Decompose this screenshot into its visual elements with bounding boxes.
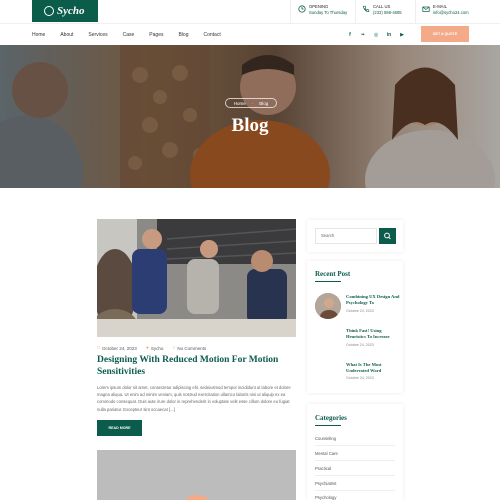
- nav-item-services[interactable]: Services: [88, 32, 107, 38]
- divider: [415, 0, 416, 23]
- post-title[interactable]: Designing With Reduced Motion For Motion…: [97, 354, 297, 378]
- call-value: (233) 598-4685: [373, 10, 402, 15]
- nav-item-blog[interactable]: Blog: [178, 32, 188, 38]
- nav-item-pages[interactable]: Pages: [149, 32, 163, 38]
- recent-post-thumbnail[interactable]: [315, 293, 341, 319]
- divider: [315, 445, 395, 446]
- linkedin-icon[interactable]: in: [384, 30, 394, 40]
- search-icon: [384, 232, 391, 240]
- nav-item-case[interactable]: Case: [123, 32, 135, 38]
- heading-underline: [315, 281, 341, 282]
- recent-post-date: Octobre 24, 2023: [346, 309, 374, 313]
- breadcrumb-current: Blog: [259, 100, 269, 106]
- twitter-icon[interactable]: ❧: [358, 30, 368, 40]
- clock-icon: [298, 5, 306, 13]
- instagram-icon[interactable]: ◎: [371, 30, 381, 40]
- next-post-photo: [97, 450, 296, 500]
- email-contact[interactable]: E-MAIL info@sycho24.com: [422, 4, 469, 16]
- read-more-button[interactable]: READ MORE: [97, 420, 142, 436]
- logo-text: Sycho: [57, 5, 85, 17]
- nav-item-home[interactable]: Home: [32, 32, 45, 38]
- breadcrumb-separator-icon: ·: [251, 100, 254, 106]
- recent-post-title[interactable]: Combining UX Design And Psychology To: [346, 294, 402, 306]
- opening-hours: OPENING Sunday To Thursday: [298, 4, 347, 16]
- divider: [315, 475, 395, 476]
- categories-heading: Categories: [315, 414, 347, 422]
- category-item[interactable]: Practical: [315, 466, 331, 471]
- email-value: info@sycho24.com: [433, 10, 469, 15]
- hero-banner: Home · Blog Blog: [0, 45, 500, 188]
- mail-icon: [422, 6, 430, 12]
- recent-post-date: Octobre 24, 2023: [346, 376, 374, 380]
- opening-value: Sunday To Thursday: [309, 10, 348, 15]
- breadcrumb-home[interactable]: Home: [234, 101, 246, 106]
- youtube-icon[interactable]: ▶: [397, 30, 407, 40]
- post-comments-text: No Comments: [177, 345, 207, 351]
- recent-post-title[interactable]: What Is The Most Underrated Word: [346, 362, 402, 374]
- divider: [290, 0, 291, 23]
- post-date-text: October 24, 2023: [102, 345, 137, 351]
- next-post-image[interactable]: [97, 450, 296, 500]
- social-links: f ❧ ◎ in ▶: [345, 30, 410, 40]
- top-bar: Sycho OPENING Sunday To Thursday CALL US…: [0, 0, 500, 23]
- recent-post-photo: [315, 293, 341, 319]
- category-item[interactable]: Counseling: [315, 436, 336, 441]
- post-meta: □ October 24, 2023 ● Sycho ○ No Comments: [97, 345, 215, 351]
- post-excerpt: Lorem ipsum dolor sit amet, consectetur …: [97, 385, 291, 412]
- recent-post-title[interactable]: Think Fast! Using Heuristics To Increase: [346, 328, 402, 340]
- get-quote-button[interactable]: GET A QUOTE: [421, 26, 469, 42]
- comment-icon: ○: [172, 345, 176, 351]
- calendar-icon: □: [97, 345, 101, 351]
- category-item[interactable]: Mental Care: [315, 451, 338, 456]
- call-us[interactable]: CALL US (233) 598-4685: [362, 4, 402, 16]
- recent-post-date: Octobre 24, 2023: [346, 343, 374, 347]
- nav-item-contact[interactable]: Contact: [204, 32, 221, 38]
- logo-mark-icon: [44, 6, 54, 16]
- search-button[interactable]: [379, 228, 396, 244]
- divider: [355, 0, 356, 23]
- category-item[interactable]: Psychiatrist: [315, 481, 336, 486]
- user-icon: ●: [145, 345, 149, 351]
- category-item[interactable]: Psychology: [315, 495, 336, 500]
- post-featured-image[interactable]: [97, 219, 296, 337]
- nav-menu: Home About Services Case Pages Blog Cont…: [32, 24, 236, 46]
- divider: [315, 460, 395, 461]
- therapy-group-image: [97, 219, 296, 337]
- post-comments[interactable]: ○ No Comments: [172, 345, 206, 351]
- post-author[interactable]: ● Sycho: [146, 345, 164, 351]
- post-author-text: Sycho: [150, 345, 164, 351]
- facebook-icon[interactable]: f: [345, 30, 355, 40]
- post-date: □ October 24, 2023: [97, 345, 137, 351]
- heading-underline: [315, 425, 341, 426]
- divider: [315, 490, 395, 491]
- nav-item-about[interactable]: About: [60, 32, 73, 38]
- recent-posts-heading: Recent Post: [315, 270, 351, 278]
- breadcrumb: Home · Blog: [225, 98, 277, 108]
- phone-icon: [362, 5, 370, 12]
- logo[interactable]: Sycho: [32, 0, 98, 22]
- search-input[interactable]: Search: [315, 228, 377, 244]
- page-title: Blog: [231, 115, 269, 136]
